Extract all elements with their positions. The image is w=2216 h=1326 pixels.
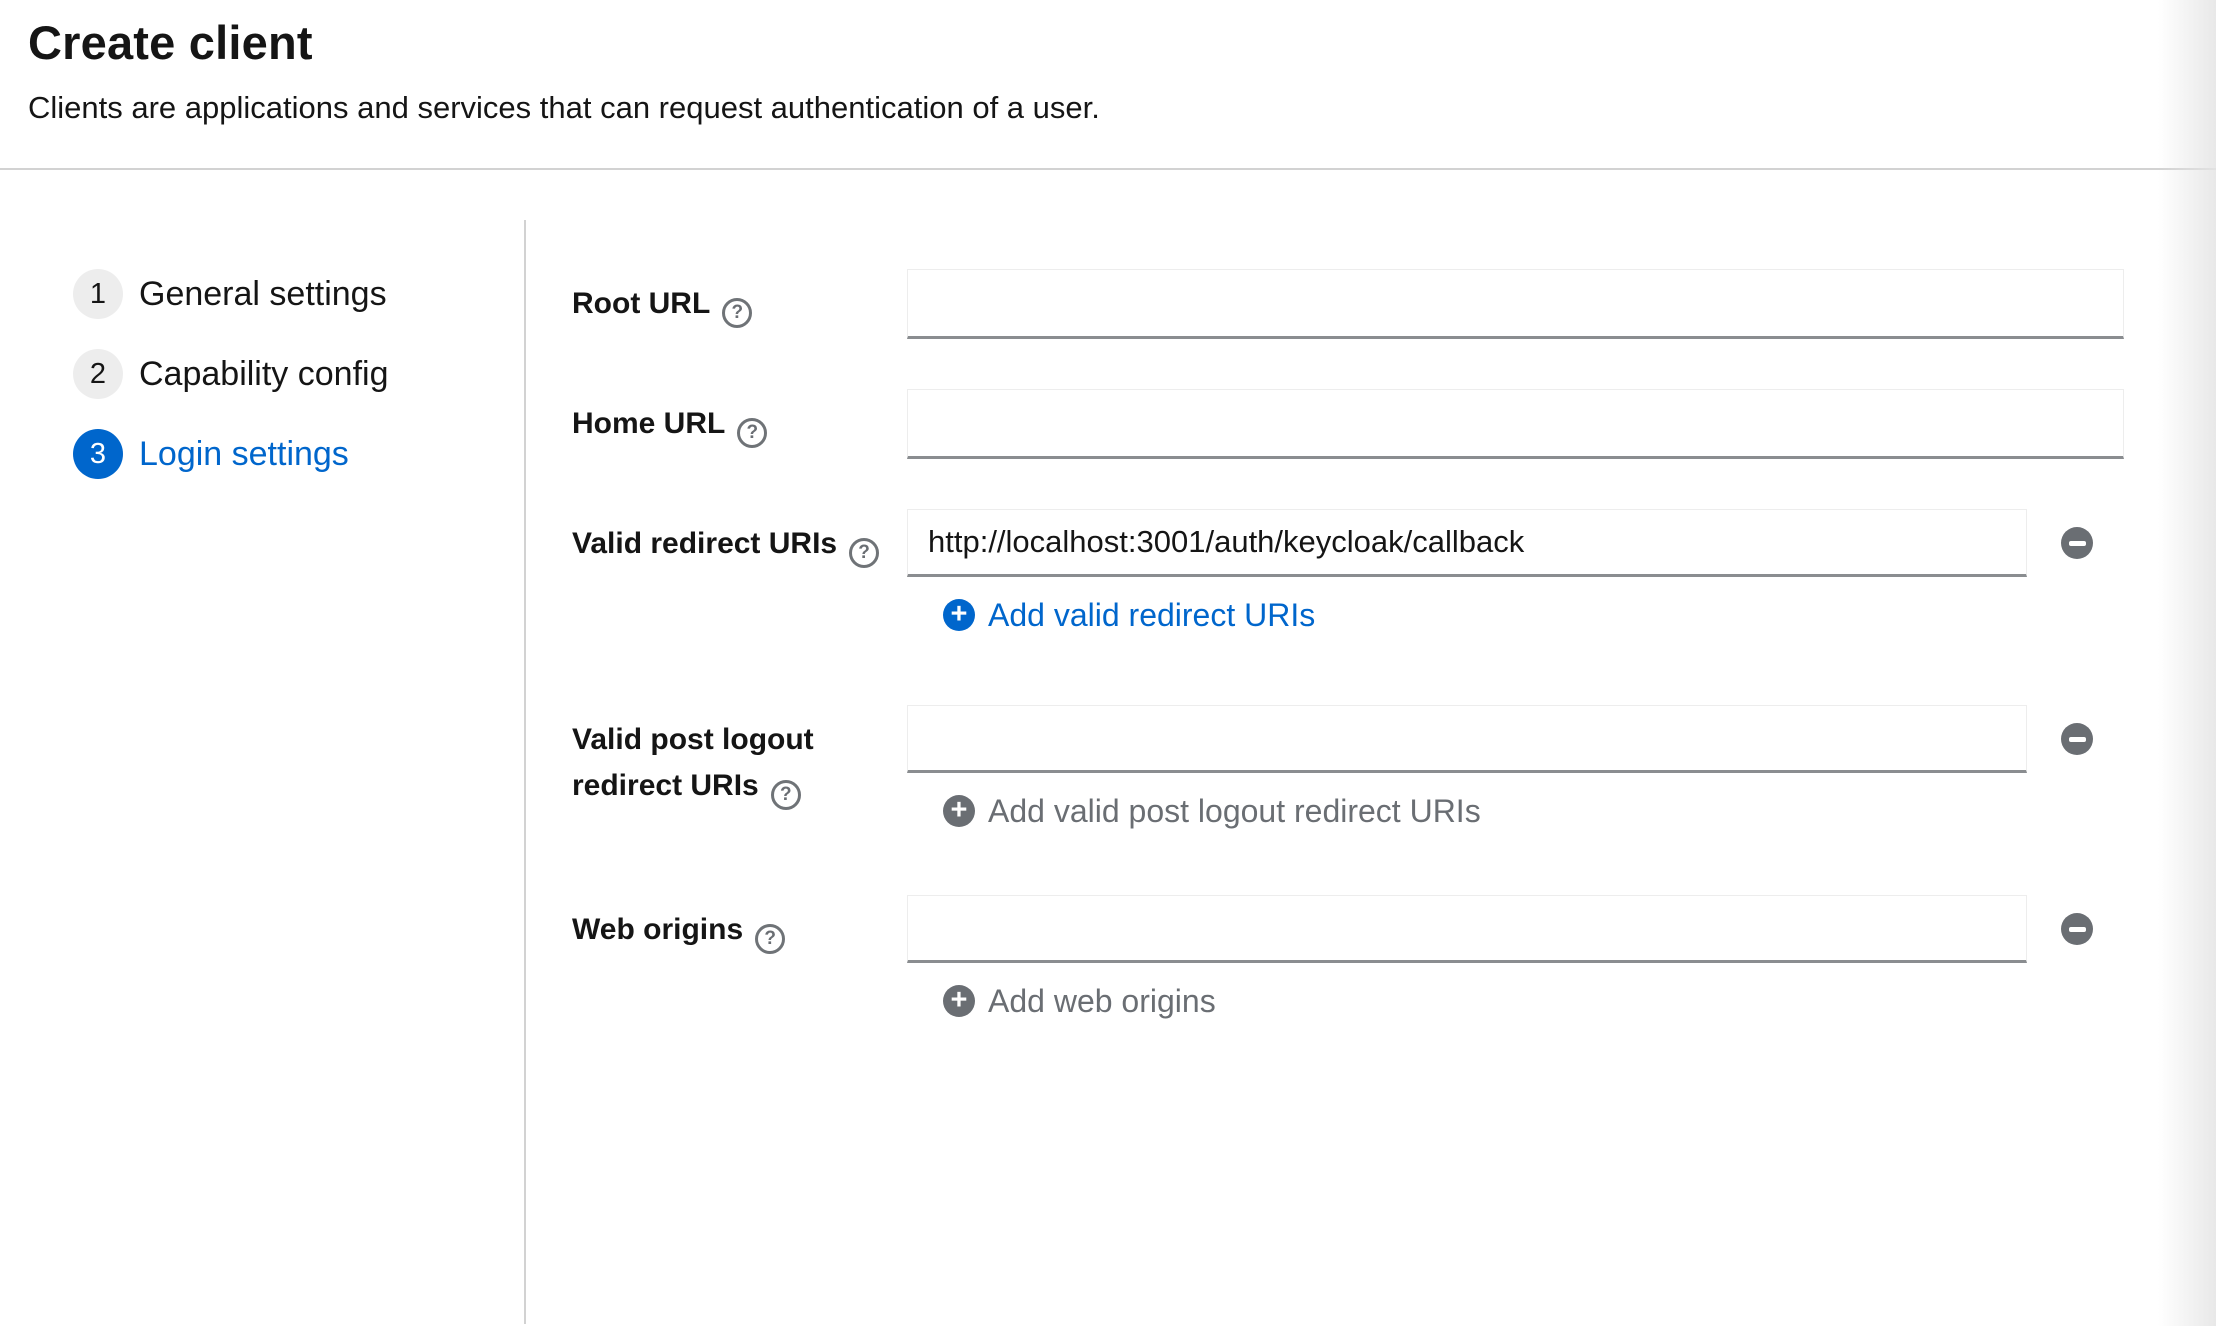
wizard-nav: 1 General settings 2 Capability config 3… (0, 170, 526, 1326)
minus-icon (2068, 736, 2086, 742)
add-valid-redirect-uris-label: Add valid redirect URIs (988, 597, 1316, 633)
web-origin-input[interactable] (907, 895, 2027, 963)
valid-redirect-uris-row (907, 509, 2216, 577)
minus-icon (2068, 926, 2086, 932)
help-icon[interactable]: ? (849, 537, 880, 568)
form-row-valid-post-logout-redirect-uris: Valid post logout redirect URIs? + Add va… (572, 705, 2216, 829)
remove-redirect-uri-button[interactable] (2061, 527, 2093, 559)
valid-post-logout-row (907, 705, 2216, 773)
add-web-origins-button[interactable]: + Add web origins (943, 983, 1216, 1019)
step-number-badge: 3 (73, 429, 123, 479)
remove-web-origin-button[interactable] (2061, 913, 2093, 945)
create-client-wizard: Create client Clients are applications a… (0, 0, 2216, 1326)
plus-circle-icon: + (943, 599, 975, 631)
home-url-input[interactable] (907, 389, 2124, 459)
wizard-body: 1 General settings 2 Capability config 3… (0, 170, 2216, 1326)
remove-post-logout-uri-button[interactable] (2061, 723, 2093, 755)
root-url-control (907, 269, 2216, 339)
plus-circle-icon: + (943, 985, 975, 1017)
plus-circle-icon: + (943, 795, 975, 827)
minus-icon (2068, 540, 2086, 546)
page-header: Create client Clients are applications a… (0, 0, 2216, 170)
step-number-badge: 1 (73, 269, 123, 319)
web-origins-control: + Add web origins (907, 895, 2216, 1019)
valid-redirect-uri-input[interactable] (907, 509, 2027, 577)
root-url-label-text: Root URL (572, 287, 711, 320)
valid-post-logout-uri-input[interactable] (907, 705, 2027, 773)
wizard-steps: 1 General settings 2 Capability config 3… (0, 170, 526, 479)
home-url-label-text: Home URL (572, 407, 726, 440)
add-valid-redirect-uris-button[interactable]: + Add valid redirect URIs (943, 597, 1315, 633)
page-title: Create client (28, 16, 313, 69)
valid-redirect-uris-label: Valid redirect URIs? (572, 509, 907, 633)
wizard-step-label: Capability config (139, 354, 389, 393)
add-web-origins-label: Add web origins (988, 983, 1216, 1019)
web-origins-label-text: Web origins (572, 913, 744, 946)
valid-redirect-uris-control: + Add valid redirect URIs (907, 509, 2216, 633)
form-row-valid-redirect-uris: Valid redirect URIs? + Add valid redirect… (572, 509, 2216, 633)
wizard-step-capability-config[interactable]: 2 Capability config (73, 349, 526, 399)
add-valid-post-logout-uris-button[interactable]: + Add valid post logout redirect URIs (943, 793, 1481, 829)
form-row-home-url: Home URL? (572, 389, 2216, 459)
step-number-badge: 2 (73, 349, 123, 399)
login-settings-form: Root URL? Home URL? Valid redirect URIs? (526, 170, 2216, 1326)
wizard-step-login-settings[interactable]: 3 Login settings (73, 429, 526, 479)
root-url-label: Root URL? (572, 269, 907, 339)
web-origins-label: Web origins? (572, 895, 907, 1019)
help-icon[interactable]: ? (737, 417, 768, 448)
help-icon[interactable]: ? (755, 923, 786, 954)
valid-post-logout-control: + Add valid post logout redirect URIs (907, 705, 2216, 829)
root-url-input[interactable] (907, 269, 2124, 339)
home-url-label: Home URL? (572, 389, 907, 459)
add-valid-post-logout-uris-label: Add valid post logout redirect URIs (988, 793, 1481, 829)
wizard-step-label: Login settings (139, 434, 349, 473)
web-origins-row (907, 895, 2216, 963)
valid-post-logout-label: Valid post logout redirect URIs? (572, 705, 907, 829)
help-icon[interactable]: ? (770, 779, 801, 810)
valid-redirect-uris-label-text: Valid redirect URIs (572, 527, 838, 560)
page-subtitle: Clients are applications and services th… (28, 90, 1100, 125)
form-row-web-origins: Web origins? + Add web origins (572, 895, 2216, 1019)
wizard-step-label: General settings (139, 274, 387, 313)
home-url-control (907, 389, 2216, 459)
help-icon[interactable]: ? (722, 297, 753, 328)
wizard-step-general-settings[interactable]: 1 General settings (73, 269, 526, 319)
form-row-root-url: Root URL? (572, 269, 2216, 339)
